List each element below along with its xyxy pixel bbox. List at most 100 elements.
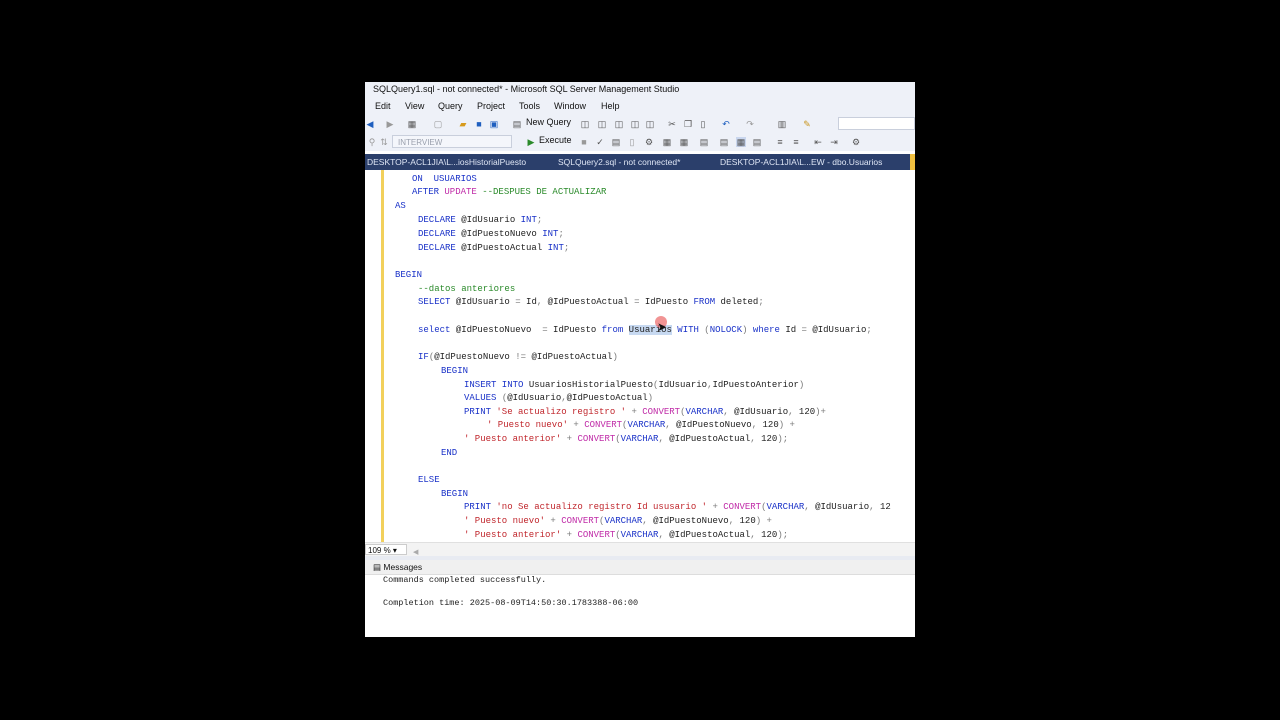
- code-token: ;: [866, 325, 872, 335]
- display-plan-icon[interactable]: ▤: [611, 137, 621, 147]
- code-token: deleted: [720, 297, 759, 307]
- code-token: @IdPuestoActual: [566, 393, 648, 403]
- code-token: INT: [520, 215, 537, 225]
- tab-messages[interactable]: ▤ Messages: [373, 562, 422, 573]
- save-icon[interactable]: ■: [474, 119, 484, 129]
- title-bar: SQLQuery1.sql - not connected* - Microso…: [365, 82, 915, 98]
- code-token: BEGIN: [441, 366, 469, 376]
- code-token: Id: [526, 297, 537, 307]
- menu-window[interactable]: Window: [554, 101, 586, 111]
- redo-icon[interactable]: ↷: [745, 119, 755, 129]
- code-token: ' Puesto nuevo': [464, 516, 551, 526]
- menu-view[interactable]: View: [405, 101, 424, 111]
- code-token: VARCHAR: [766, 502, 805, 512]
- new-project-icon[interactable]: ▦: [407, 119, 417, 129]
- code-token: FROM: [693, 297, 721, 307]
- forward-icon[interactable]: ▶: [385, 119, 395, 129]
- results-text-icon[interactable]: ▤: [699, 137, 709, 147]
- cancel-query-icon[interactable]: ■: [579, 137, 589, 147]
- code-token: @IdPuestoActual: [461, 243, 548, 253]
- code-token: @IdPuestoActual: [669, 530, 751, 540]
- zoom-value: 109 %: [368, 546, 391, 555]
- tab-historial-puesto[interactable]: DESKTOP-ACL1JIA\L...iosHistorialPuesto: [367, 157, 526, 167]
- code-token: 120: [761, 434, 778, 444]
- database-selector[interactable]: INTERVIEW: [392, 135, 512, 148]
- menu-edit[interactable]: Edit: [375, 101, 391, 111]
- code-token: CONVERT: [723, 502, 762, 512]
- execute-button[interactable]: Execute: [539, 135, 572, 145]
- dax-query-icon[interactable]: ◫: [645, 119, 655, 129]
- undo-icon[interactable]: ↶: [721, 119, 731, 129]
- code-token: ) +: [778, 420, 795, 430]
- query-designer-icon[interactable]: ▯: [627, 137, 637, 147]
- code-token: --datos anteriores: [418, 284, 516, 294]
- sql-editor-toolbar: ⚲ ⇅ INTERVIEW ▶ Execute ■ ✓ ▤ ▯ ⚙ ▦ ▦ ▤ …: [365, 133, 915, 151]
- code-line: DECLARE @IdPuestoActual INT;: [418, 242, 569, 255]
- parse-icon[interactable]: ✓: [595, 137, 605, 147]
- code-token: Id: [785, 325, 802, 335]
- code-token: @IdPuestoNuevo: [434, 352, 516, 362]
- code-token: 120: [761, 530, 778, 540]
- results-text2-icon[interactable]: ▤: [719, 137, 729, 147]
- comment-icon[interactable]: ≡: [775, 137, 785, 147]
- decrease-indent-icon[interactable]: ⇤: [813, 137, 823, 147]
- back-icon[interactable]: ◀: [365, 119, 375, 129]
- scroll-left-icon[interactable]: ◀: [413, 548, 418, 556]
- code-token: --DESPUES DE ACTUALIZAR: [482, 187, 607, 197]
- code-token: ,: [751, 420, 763, 430]
- results-file-icon[interactable]: ▤: [752, 137, 762, 147]
- code-token: ,: [728, 516, 740, 526]
- mouse-pointer-icon: ➤: [657, 320, 668, 334]
- code-token: ,: [750, 434, 762, 444]
- execute-icon[interactable]: ▶: [526, 137, 536, 147]
- code-line: DECLARE @IdPuestoNuevo INT;: [418, 228, 564, 241]
- dmx-query-icon[interactable]: ◫: [614, 119, 624, 129]
- save-all-icon[interactable]: ▣: [489, 119, 499, 129]
- code-token: ;: [536, 215, 543, 225]
- menu-help[interactable]: Help: [601, 101, 620, 111]
- open-file-icon[interactable]: ▰: [458, 119, 468, 129]
- zoom-selector[interactable]: 109 % ▾: [365, 544, 407, 555]
- intellisense-icon[interactable]: ⚙: [644, 137, 654, 147]
- code-token: 'Se actualizo registro ': [496, 407, 632, 417]
- quick-launch-input[interactable]: [838, 117, 915, 130]
- specify-values-icon[interactable]: ⚙: [851, 137, 861, 147]
- activity-monitor-icon[interactable]: ▥: [777, 119, 787, 129]
- code-line: select @IdPuestoNuevo = IdPuesto from Us…: [418, 324, 872, 337]
- include-plan-icon[interactable]: ▦: [662, 137, 672, 147]
- new-query-button[interactable]: New Query: [526, 117, 571, 127]
- query-editor[interactable]: ON USUARIOS AFTER UPDATE --DESPUES DE ACT…: [365, 170, 915, 542]
- cut-icon[interactable]: ✂: [667, 119, 677, 129]
- paste-icon[interactable]: ▯: [698, 119, 708, 129]
- menu-tools[interactable]: Tools: [519, 101, 540, 111]
- menu-project[interactable]: Project: [477, 101, 505, 111]
- completion-time: Completion time: 2025-08-09T14:50:30.178…: [383, 598, 639, 608]
- change-connection-icon[interactable]: ⇅: [379, 137, 389, 147]
- menu-query[interactable]: Query: [438, 101, 463, 111]
- code-token: ): [798, 380, 805, 390]
- xmla-query-icon[interactable]: ◫: [630, 119, 640, 129]
- code-token: @IdPuestoActual: [531, 352, 613, 362]
- increase-indent-icon[interactable]: ⇥: [829, 137, 839, 147]
- code-token: AS: [395, 201, 406, 211]
- code-line: SELECT @IdUsuario = Id, @IdPuestoActual …: [418, 296, 764, 309]
- mdx-query-icon[interactable]: ◫: [597, 119, 607, 129]
- add-item-icon[interactable]: ▢: [433, 119, 443, 129]
- code-token: BEGIN: [395, 270, 423, 280]
- db-engine-query-icon[interactable]: ◫: [580, 119, 590, 129]
- tab-sqlquery2[interactable]: SQLQuery2.sql - not connected*: [558, 157, 680, 167]
- code-token: BEGIN: [441, 489, 469, 499]
- client-stats-icon[interactable]: ▦: [679, 137, 689, 147]
- results-grid-icon[interactable]: ▦: [736, 137, 746, 147]
- solution-explorer-icon[interactable]: ✎: [802, 119, 812, 129]
- code-line: AFTER UPDATE --DESPUES DE ACTUALIZAR: [412, 186, 606, 199]
- code-line: DECLARE @IdUsuario INT;: [418, 214, 542, 227]
- code-token: 'no Se actualizo registro Id ususario ': [496, 502, 713, 512]
- code-token: ,: [869, 502, 880, 512]
- tab-dbo-usuarios[interactable]: DESKTOP-ACL1JIA\L...EW - dbo.Usuarios: [720, 157, 882, 167]
- connect-icon[interactable]: ⚲: [367, 137, 377, 147]
- code-token: @IdUsuario: [815, 502, 870, 512]
- new-query-icon[interactable]: ▤: [512, 119, 522, 129]
- copy-icon[interactable]: ❐: [683, 119, 693, 129]
- uncomment-icon[interactable]: ≡: [791, 137, 801, 147]
